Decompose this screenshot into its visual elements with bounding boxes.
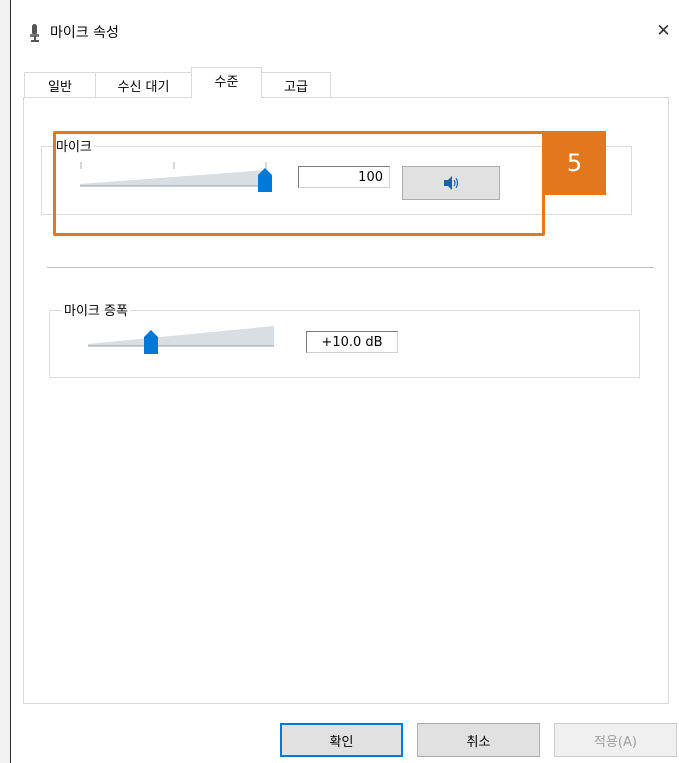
tab-label: 일반	[48, 79, 72, 95]
window-border	[10, 0, 11, 763]
cancel-button[interactable]: 취소	[417, 723, 540, 757]
tab-label: 수신 대기	[117, 79, 170, 95]
annotation-badge: 5	[543, 131, 606, 195]
separator	[47, 267, 654, 268]
boost-level-value: +10.0 dB	[306, 331, 398, 353]
boost-slider[interactable]	[88, 322, 276, 352]
microphone-icon	[30, 24, 39, 42]
tab-general[interactable]: 일반	[24, 72, 96, 97]
apply-button[interactable]: 적용(A)	[554, 723, 677, 757]
background-strip	[0, 0, 10, 763]
close-icon: ✕	[656, 21, 671, 41]
tab-label: 수준	[214, 74, 239, 90]
tab-levels[interactable]: 수준	[191, 67, 262, 98]
close-button[interactable]: ✕	[648, 14, 679, 48]
tab-advanced[interactable]: 고급	[261, 72, 331, 97]
annotation-highlight	[53, 131, 545, 236]
tab-listen[interactable]: 수신 대기	[95, 72, 192, 97]
boost-slider-thumb[interactable]	[144, 330, 158, 354]
window-title: 마이크 속성	[50, 25, 119, 41]
ok-button[interactable]: 확인	[280, 723, 403, 757]
boost-label: 마이크 증폭	[62, 300, 130, 319]
tab-label: 고급	[284, 79, 308, 95]
